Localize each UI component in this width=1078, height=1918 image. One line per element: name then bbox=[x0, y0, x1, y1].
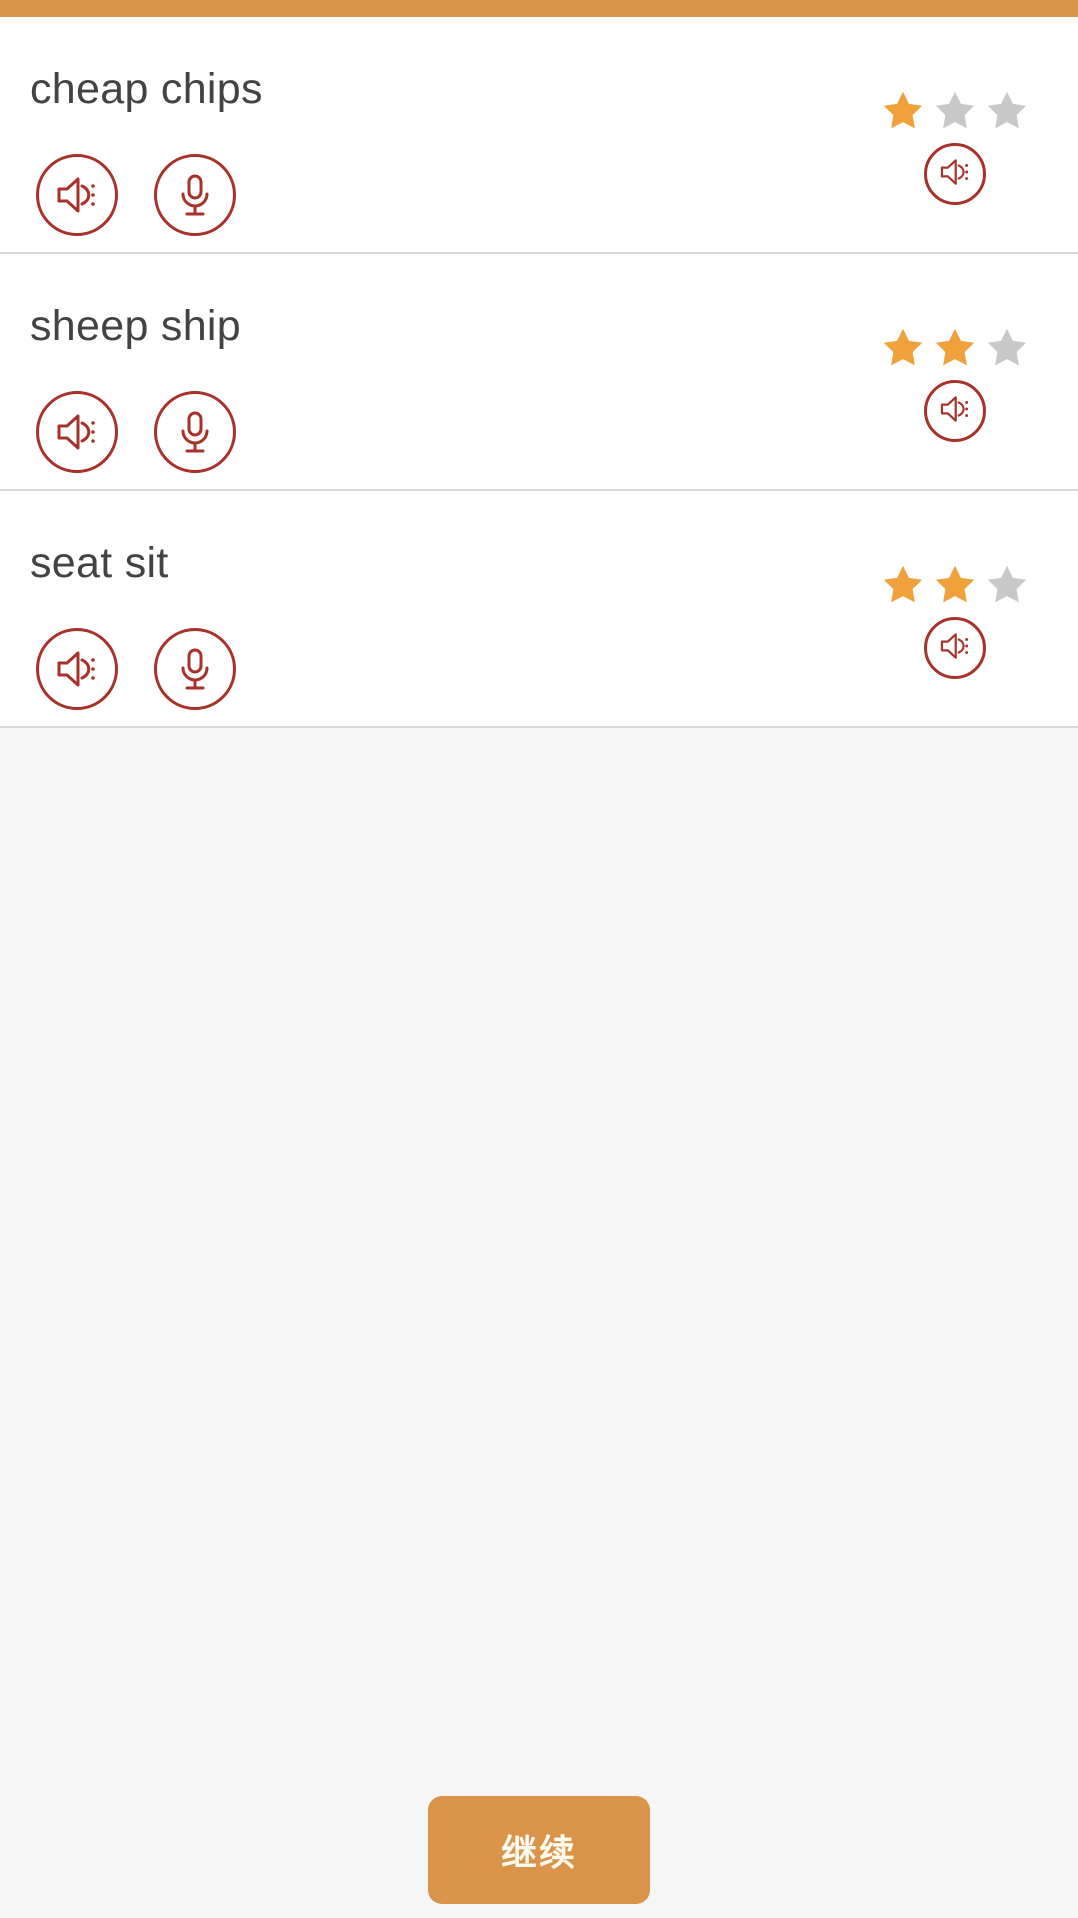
record-microphone-button[interactable] bbox=[154, 391, 236, 473]
star-icon-filled bbox=[935, 565, 975, 603]
star-rating bbox=[880, 324, 1030, 370]
playback-speaker-button[interactable] bbox=[924, 617, 986, 679]
practice-list: cheap chips sheep ship seat sit bbox=[0, 17, 1078, 728]
speaker-icon bbox=[937, 156, 973, 193]
rating-block bbox=[860, 254, 1050, 442]
rating-block bbox=[860, 17, 1050, 205]
listen-speaker-button[interactable] bbox=[36, 154, 118, 236]
speaker-icon bbox=[53, 173, 101, 217]
star-icon-empty bbox=[987, 328, 1027, 366]
microphone-icon bbox=[176, 645, 214, 693]
speaker-icon bbox=[53, 647, 101, 691]
star-icon-empty bbox=[987, 91, 1027, 129]
microphone-icon bbox=[176, 408, 214, 456]
word-pair-label: sheep ship bbox=[30, 302, 241, 350]
listen-speaker-button[interactable] bbox=[36, 628, 118, 710]
record-microphone-button[interactable] bbox=[154, 154, 236, 236]
row-audio-controls bbox=[36, 154, 236, 236]
empty-content-area bbox=[0, 728, 1078, 1786]
speaker-icon bbox=[937, 630, 973, 667]
star-icon-empty bbox=[987, 565, 1027, 603]
footer-bar: 继续 bbox=[0, 1786, 1078, 1918]
playback-speaker-button[interactable] bbox=[924, 143, 986, 205]
star-icon-filled bbox=[883, 328, 923, 366]
star-icon-filled bbox=[883, 91, 923, 129]
row-audio-controls bbox=[36, 628, 236, 710]
word-pair-label: seat sit bbox=[30, 539, 169, 587]
speaker-icon bbox=[937, 393, 973, 430]
star-icon-filled bbox=[935, 328, 975, 366]
star-icon-filled bbox=[883, 565, 923, 603]
star-rating bbox=[880, 87, 1030, 133]
app-root: cheap chips sheep ship seat sit 继续 bbox=[0, 0, 1078, 1918]
star-rating bbox=[880, 561, 1030, 607]
rating-block bbox=[860, 491, 1050, 679]
speaker-icon bbox=[53, 410, 101, 454]
row-audio-controls bbox=[36, 391, 236, 473]
table-row[interactable]: seat sit bbox=[0, 491, 1078, 728]
top-accent-bar bbox=[0, 0, 1078, 17]
microphone-icon bbox=[176, 171, 214, 219]
playback-speaker-button[interactable] bbox=[924, 380, 986, 442]
star-icon-empty bbox=[935, 91, 975, 129]
listen-speaker-button[interactable] bbox=[36, 391, 118, 473]
table-row[interactable]: cheap chips bbox=[0, 17, 1078, 254]
table-row[interactable]: sheep ship bbox=[0, 254, 1078, 491]
record-microphone-button[interactable] bbox=[154, 628, 236, 710]
continue-button[interactable]: 继续 bbox=[428, 1796, 650, 1904]
word-pair-label: cheap chips bbox=[30, 65, 263, 113]
